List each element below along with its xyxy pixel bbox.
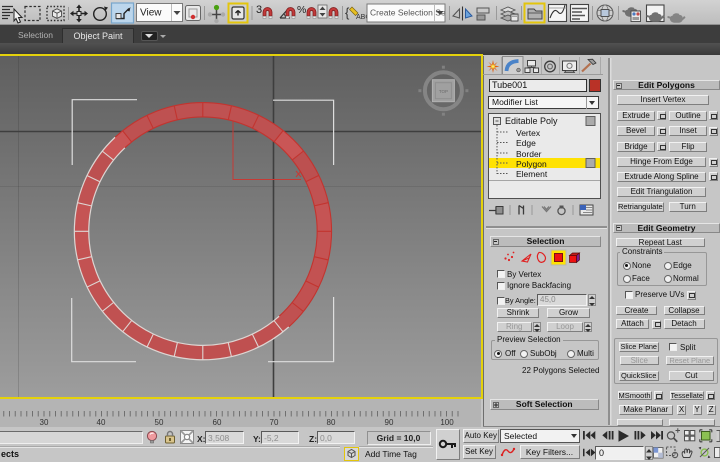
svg-text:View: View	[140, 8, 162, 19]
svg-text:{: {	[345, 5, 350, 20]
svg-text:TOP: TOP	[439, 89, 448, 94]
svg-text:3: 3	[256, 4, 262, 16]
svg-text:%: %	[297, 4, 306, 16]
